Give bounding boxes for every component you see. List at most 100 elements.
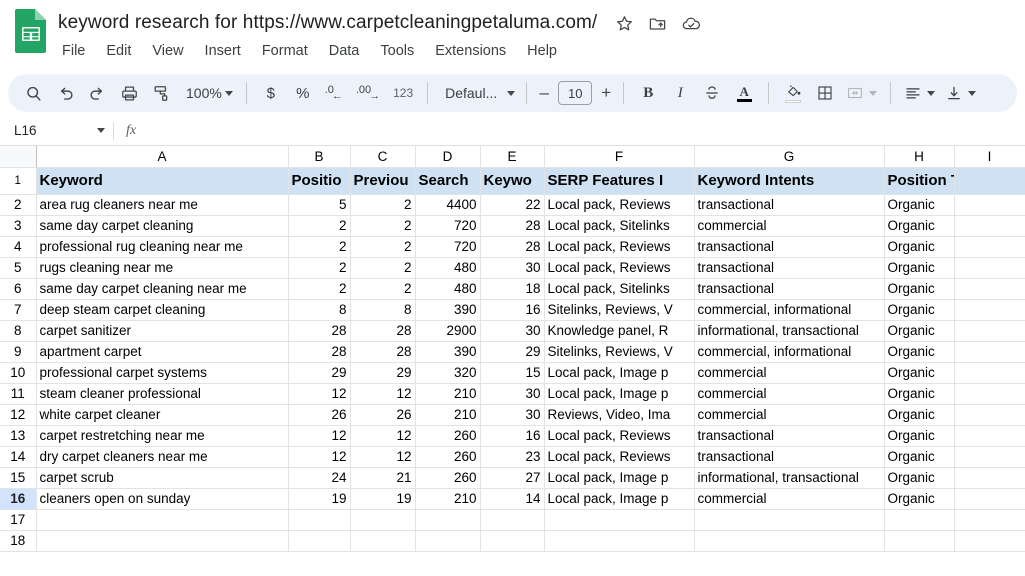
strikethrough-icon[interactable] bbox=[697, 78, 727, 108]
cell-f6[interactable]: Local pack, Sitelinks bbox=[544, 278, 695, 300]
decrease-font-size-button[interactable]: – bbox=[536, 83, 552, 103]
text-color-button[interactable]: A bbox=[729, 78, 759, 108]
cell-d3[interactable]: 720 bbox=[415, 215, 481, 237]
cell-f14[interactable]: Local pack, Reviews bbox=[544, 446, 695, 468]
cell-c1[interactable]: Previou bbox=[350, 167, 416, 195]
cell-c13[interactable]: 12 bbox=[350, 425, 416, 447]
row-header-8[interactable]: 8 bbox=[0, 320, 37, 342]
horizontal-align-icon[interactable] bbox=[900, 78, 939, 108]
cell-g12[interactable]: commercial bbox=[694, 404, 885, 426]
cell-e4[interactable]: 28 bbox=[480, 236, 545, 258]
cell-h7[interactable]: Organic bbox=[884, 299, 955, 321]
column-header-d[interactable]: D bbox=[415, 146, 481, 168]
table-row[interactable]: 4 professional rug cleaning near me 2 2 720 2… bbox=[0, 236, 1025, 258]
table-row[interactable]: 9 apartment carpet 28 28 390 29 Sitelinks, Rev… bbox=[0, 341, 1025, 363]
table-row[interactable]: 16 cleaners open on sunday 19 19 210 14 Local … bbox=[0, 488, 1025, 510]
cell-e9[interactable]: 29 bbox=[480, 341, 545, 363]
table-row[interactable]: 2 area rug cleaners near me 5 2 4400 22 Local … bbox=[0, 194, 1025, 216]
menu-item-data[interactable]: Data bbox=[327, 41, 362, 61]
row-header-18[interactable]: 18 bbox=[0, 530, 37, 552]
cell-b12[interactable]: 26 bbox=[288, 404, 351, 426]
row-header-17[interactable]: 17 bbox=[0, 509, 37, 531]
currency-format-button[interactable]: $ bbox=[256, 78, 286, 108]
cell-f9[interactable]: Sitelinks, Reviews, V bbox=[544, 341, 695, 363]
cell-b6[interactable]: 2 bbox=[288, 278, 351, 300]
cell-i14[interactable] bbox=[954, 446, 1025, 468]
cell-h10[interactable]: Organic bbox=[884, 362, 955, 384]
table-row[interactable]: 12 white carpet cleaner 26 26 210 30 Reviews, … bbox=[0, 404, 1025, 426]
cell-e18[interactable] bbox=[480, 530, 545, 552]
cell-i1[interactable] bbox=[954, 167, 1025, 195]
cell-a14[interactable]: dry carpet cleaners near me bbox=[36, 446, 289, 468]
cell-f18[interactable] bbox=[544, 530, 695, 552]
font-family-selector[interactable]: Defaul... bbox=[437, 85, 517, 101]
table-row[interactable]: 7 deep steam carpet cleaning 8 8 390 16 Siteli… bbox=[0, 299, 1025, 321]
cell-b7[interactable]: 8 bbox=[288, 299, 351, 321]
cell-g16[interactable]: commercial bbox=[694, 488, 885, 510]
cell-g17[interactable] bbox=[694, 509, 885, 531]
cell-d11[interactable]: 210 bbox=[415, 383, 481, 405]
cell-b2[interactable]: 5 bbox=[288, 194, 351, 216]
percent-format-button[interactable]: % bbox=[288, 78, 318, 108]
cell-c17[interactable] bbox=[350, 509, 416, 531]
cell-f5[interactable]: Local pack, Reviews bbox=[544, 257, 695, 279]
cell-b8[interactable]: 28 bbox=[288, 320, 351, 342]
cell-e3[interactable]: 28 bbox=[480, 215, 545, 237]
cell-c11[interactable]: 12 bbox=[350, 383, 416, 405]
cell-b4[interactable]: 2 bbox=[288, 236, 351, 258]
row-header-15[interactable]: 15 bbox=[0, 467, 37, 489]
spreadsheet-grid[interactable]: A B C D E F G H I 1 Keyword Positio Prev… bbox=[0, 146, 1025, 574]
table-row[interactable]: 5 rugs cleaning near me 2 2 480 30 Local pack,… bbox=[0, 257, 1025, 279]
cell-i8[interactable] bbox=[954, 320, 1025, 342]
table-row[interactable]: 13 carpet restretching near me 12 12 260 16 Lo… bbox=[0, 425, 1025, 447]
cell-f10[interactable]: Local pack, Image p bbox=[544, 362, 695, 384]
cell-g4[interactable]: transactional bbox=[694, 236, 885, 258]
cell-b9[interactable]: 28 bbox=[288, 341, 351, 363]
cell-g14[interactable]: transactional bbox=[694, 446, 885, 468]
cell-g18[interactable] bbox=[694, 530, 885, 552]
cell-b15[interactable]: 24 bbox=[288, 467, 351, 489]
cell-b17[interactable] bbox=[288, 509, 351, 531]
menu-item-insert[interactable]: Insert bbox=[203, 41, 243, 61]
row-header-3[interactable]: 3 bbox=[0, 215, 37, 237]
cell-b16[interactable]: 19 bbox=[288, 488, 351, 510]
cell-i7[interactable] bbox=[954, 299, 1025, 321]
cell-e6[interactable]: 18 bbox=[480, 278, 545, 300]
cell-g13[interactable]: transactional bbox=[694, 425, 885, 447]
cell-b10[interactable]: 29 bbox=[288, 362, 351, 384]
menu-item-file[interactable]: File bbox=[60, 41, 87, 61]
redo-icon[interactable] bbox=[82, 78, 112, 108]
cell-f13[interactable]: Local pack, Reviews bbox=[544, 425, 695, 447]
cell-d14[interactable]: 260 bbox=[415, 446, 481, 468]
cell-h15[interactable]: Organic bbox=[884, 467, 955, 489]
cell-i18[interactable] bbox=[954, 530, 1025, 552]
cell-b13[interactable]: 12 bbox=[288, 425, 351, 447]
cell-h9[interactable]: Organic bbox=[884, 341, 955, 363]
more-formats-button[interactable]: 123 bbox=[388, 78, 418, 108]
cell-h17[interactable] bbox=[884, 509, 955, 531]
row-header-16[interactable]: 16 bbox=[0, 488, 37, 510]
cell-c8[interactable]: 28 bbox=[350, 320, 416, 342]
cell-a13[interactable]: carpet restretching near me bbox=[36, 425, 289, 447]
row-header-9[interactable]: 9 bbox=[0, 341, 37, 363]
cell-f12[interactable]: Reviews, Video, Ima bbox=[544, 404, 695, 426]
cell-d9[interactable]: 390 bbox=[415, 341, 481, 363]
cell-e12[interactable]: 30 bbox=[480, 404, 545, 426]
column-header-f[interactable]: F bbox=[544, 146, 695, 168]
menu-item-extensions[interactable]: Extensions bbox=[433, 41, 508, 61]
cell-h3[interactable]: Organic bbox=[884, 215, 955, 237]
table-row[interactable]: 11 steam cleaner professional 12 12 210 30 Loc… bbox=[0, 383, 1025, 405]
cell-d7[interactable]: 390 bbox=[415, 299, 481, 321]
cloud-saved-icon[interactable] bbox=[681, 14, 702, 33]
cell-i5[interactable] bbox=[954, 257, 1025, 279]
cell-g15[interactable]: informational, transactional bbox=[694, 467, 885, 489]
column-header-g[interactable]: G bbox=[694, 146, 885, 168]
cell-c7[interactable]: 8 bbox=[350, 299, 416, 321]
cell-a17[interactable] bbox=[36, 509, 289, 531]
cell-d1[interactable]: Search bbox=[415, 167, 481, 195]
cell-i17[interactable] bbox=[954, 509, 1025, 531]
cell-a6[interactable]: same day carpet cleaning near me bbox=[36, 278, 289, 300]
row-header-13[interactable]: 13 bbox=[0, 425, 37, 447]
cell-g6[interactable]: transactional bbox=[694, 278, 885, 300]
column-header-b[interactable]: B bbox=[288, 146, 351, 168]
